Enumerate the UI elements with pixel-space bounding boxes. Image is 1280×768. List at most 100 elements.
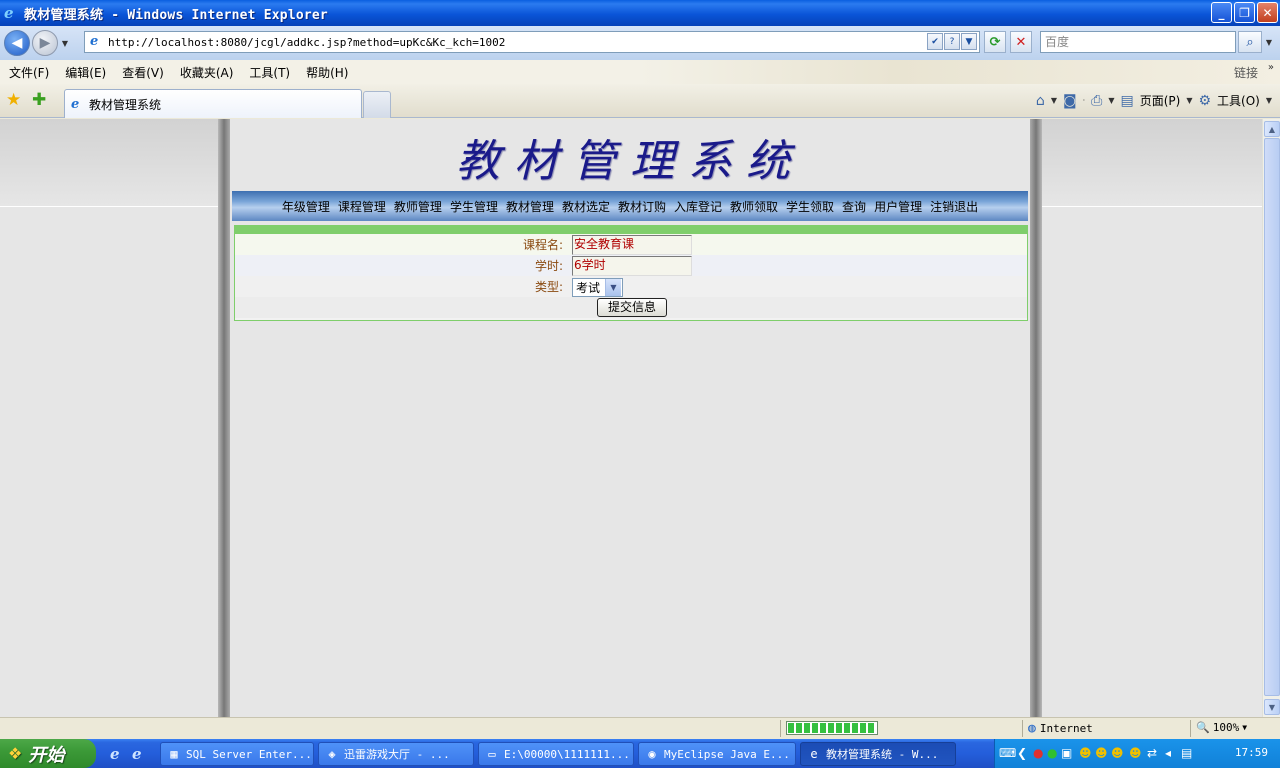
taskbar-button-xunlei[interactable]: ◈ 迅雷游戏大厅 - ... [318, 742, 474, 766]
submit-button[interactable]: 提交信息 [597, 298, 667, 317]
chevron-down-icon[interactable]: ▼ [1186, 96, 1192, 105]
safe-remove-icon[interactable]: ▤ [1181, 746, 1192, 760]
compatibility-icon[interactable]: ✔ [927, 33, 943, 50]
app-tray-icon[interactable]: ▣ [1061, 746, 1072, 760]
qq-icon[interactable]: ☻ [1095, 746, 1108, 760]
menu-tools[interactable]: 工具(T) [249, 64, 290, 81]
page-menu-icon: ▤ [1120, 92, 1134, 109]
menu-favorites[interactable]: 收藏夹(A) [180, 64, 234, 81]
back-button[interactable]: ◀ [4, 30, 30, 56]
chevron-right-icon[interactable]: » [1268, 62, 1274, 73]
taskbar-button-folder[interactable]: ▭ E:\00000\1111111... [478, 742, 634, 766]
help-icon[interactable]: ? [944, 33, 960, 50]
chevron-down-icon[interactable]: ▼ [1051, 96, 1057, 105]
qq-icon[interactable]: ☻ [1129, 746, 1142, 760]
forward-button[interactable]: ▶ [32, 30, 58, 56]
qq-icon[interactable]: ☻ [1079, 746, 1092, 760]
taskbar-button-sql-server[interactable]: ▦ SQL Server Enter... [160, 742, 314, 766]
nav-link-query[interactable]: 查询 [842, 198, 866, 215]
chevron-down-icon[interactable]: ▼ [1242, 723, 1247, 732]
nav-link-stock-in[interactable]: 入库登记 [674, 198, 722, 215]
scroll-down-button[interactable]: ▼ [1264, 699, 1280, 715]
stop-button[interactable]: ✕ [1010, 31, 1032, 53]
nav-link-student[interactable]: 学生管理 [450, 198, 498, 215]
new-tab-button[interactable] [363, 91, 391, 118]
home-icon[interactable]: ⌂ [1036, 93, 1045, 109]
window-title-bar[interactable]: e 教材管理系统 - Windows Internet Explorer _ ❐… [0, 0, 1280, 26]
chevron-down-icon[interactable]: ▼ [605, 279, 621, 296]
nav-link-grade[interactable]: 年级管理 [282, 198, 330, 215]
ie-quicklaunch-icon[interactable]: e [132, 745, 142, 763]
menu-help[interactable]: 帮助(H) [306, 64, 348, 81]
menu-edit[interactable]: 编辑(E) [65, 64, 106, 81]
menu-view[interactable]: 查看(V) [122, 64, 164, 81]
arrow-left-icon: ◀ [11, 35, 23, 51]
network-icon[interactable]: ⇄ [1147, 746, 1157, 760]
maximize-button[interactable]: ❐ [1234, 2, 1255, 23]
nav-link-teacher[interactable]: 教师管理 [394, 198, 442, 215]
ie-quicklaunch-icon[interactable]: e [110, 745, 120, 763]
course-name-input[interactable]: 安全教育课 [572, 235, 692, 255]
nav-link-textbook[interactable]: 教材管理 [506, 198, 554, 215]
search-button[interactable]: ⌕ [1238, 31, 1262, 53]
favorites-star-icon[interactable]: ★ [6, 91, 24, 109]
chevron-down-icon[interactable]: ▼ [1266, 96, 1272, 105]
rss-feed-icon[interactable]: ◙ [1063, 93, 1077, 109]
tools-menu-button[interactable]: 工具(O) [1217, 92, 1260, 109]
course-name-label: 课程名: [522, 238, 563, 252]
add-favorite-icon[interactable]: ✚ [32, 91, 50, 109]
taskbar-button-myeclipse[interactable]: ◉ MyEclipse Java E... [638, 742, 796, 766]
app-tray-icon[interactable]: ● [1047, 746, 1057, 760]
arrow-right-icon: ▶ [39, 35, 51, 51]
address-input[interactable]: e http://localhost:8080/jcgl/addkc.jsp?m… [84, 31, 980, 53]
print-icon[interactable]: ⎙ [1091, 93, 1102, 109]
security-zone[interactable]: ◍ Internet [1028, 721, 1093, 736]
links-toolbar[interactable]: 链接 [1234, 64, 1258, 81]
form-row-type: 类型: 考试 ▼ [235, 276, 1027, 297]
app-tray-icon[interactable]: ● [1033, 746, 1043, 760]
clock[interactable]: 17:59 [1235, 746, 1268, 759]
gear-icon: ⚙ [1198, 92, 1212, 109]
chevron-left-icon[interactable]: ❮ [1017, 746, 1027, 760]
taskbar-button-label: MyEclipse Java E... [664, 747, 790, 761]
keyboard-icon[interactable]: ⌨ [999, 746, 1016, 760]
taskbar-button-ie-active[interactable]: e 教材管理系统 - W... [800, 742, 956, 766]
nav-link-student-pickup[interactable]: 学生领取 [786, 198, 834, 215]
page-container: 教材管理系统 年级管理 课程管理 教师管理 学生管理 教材管理 教材选定 教材订… [230, 119, 1030, 717]
history-dropdown[interactable]: ▼ [58, 39, 72, 48]
nav-link-user[interactable]: 用户管理 [874, 198, 922, 215]
url-text: http://localhost:8080/jcgl/addkc.jsp?met… [108, 35, 506, 49]
hours-input[interactable]: 6学时 [572, 256, 692, 276]
zoom-control[interactable]: 🔍 100% ▼ [1196, 721, 1247, 734]
hours-label: 学时: [534, 259, 563, 273]
form-row-hours: 学时: 6学时 [235, 255, 1027, 276]
chevron-down-icon[interactable]: ▼ [1108, 96, 1114, 105]
windows-logo-icon: ❖ [8, 744, 23, 763]
scroll-up-button[interactable]: ▲ [1264, 121, 1280, 137]
chevron-down-icon: ▼ [61, 38, 69, 48]
page-menu-button[interactable]: 页面(P) [1140, 92, 1181, 109]
minimize-button[interactable]: _ [1211, 2, 1232, 23]
nav-link-course[interactable]: 课程管理 [338, 198, 386, 215]
volume-icon[interactable]: ◂ [1165, 746, 1171, 760]
type-select[interactable]: 考试 ▼ [572, 278, 623, 297]
close-button[interactable]: ✕ [1257, 2, 1278, 23]
search-options-dropdown[interactable]: ▼ [1262, 31, 1276, 53]
form-row-course-name: 课程名: 安全教育课 [235, 234, 1027, 255]
search-input[interactable]: 百度 [1040, 31, 1236, 53]
menu-file[interactable]: 文件(F) [9, 64, 49, 81]
scroll-thumb[interactable] [1264, 138, 1280, 696]
qq-icon[interactable]: ☻ [1111, 746, 1124, 760]
nav-link-textbook-order[interactable]: 教材订购 [618, 198, 666, 215]
page-shadow-right [1030, 119, 1042, 717]
nav-link-logout[interactable]: 注销退出 [930, 198, 978, 215]
vertical-scrollbar[interactable]: ▲ ▼ [1262, 119, 1280, 717]
start-label: 开始 [28, 744, 65, 766]
taskbar-button-label: SQL Server Enter... [186, 747, 312, 761]
nav-link-teacher-pickup[interactable]: 教师领取 [730, 198, 778, 215]
url-dropdown-button[interactable]: ▼ [961, 33, 977, 50]
start-button[interactable]: ❖ 开始 [0, 739, 96, 768]
tab-active[interactable]: e 教材管理系统 [64, 89, 362, 118]
nav-link-textbook-select[interactable]: 教材选定 [562, 198, 610, 215]
refresh-button[interactable]: ⟳ [984, 31, 1006, 53]
